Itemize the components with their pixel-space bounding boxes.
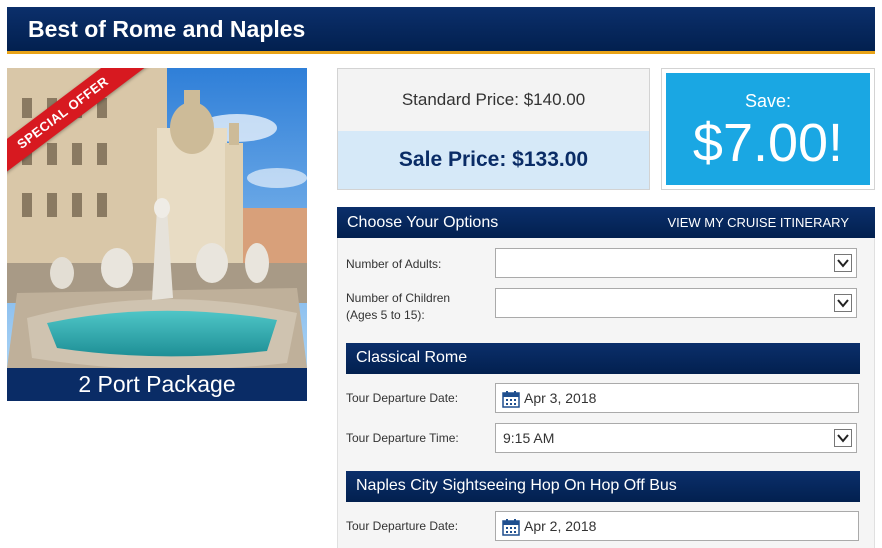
- sale-price: Sale Price: $133.00: [338, 131, 649, 189]
- adults-select[interactable]: [495, 248, 857, 278]
- chevron-down-icon: [834, 429, 852, 447]
- price-box: Standard Price: $140.00 Sale Price: $133…: [337, 68, 650, 190]
- tour-date-value: Apr 3, 2018: [524, 390, 597, 406]
- calendar-icon[interactable]: [502, 390, 520, 411]
- tour-title: Naples City Sightseeing Hop On Hop Off B…: [356, 477, 677, 494]
- tour-time-label: Tour Departure Time:: [346, 431, 459, 445]
- calendar-icon[interactable]: [502, 518, 520, 539]
- savings-panel: Save: $7.00!: [666, 73, 870, 185]
- options-title: Choose Your Options: [347, 214, 499, 231]
- tour-section-header: Classical Rome: [346, 343, 860, 374]
- tour-date-label: Tour Departure Date:: [346, 519, 459, 533]
- children-label-line2: (Ages 5 to 15):: [346, 308, 425, 322]
- savings-box: Save: $7.00!: [661, 68, 875, 190]
- children-label: Number of Children (Ages 5 to 15):: [346, 290, 450, 324]
- save-amount: $7.00!: [692, 113, 844, 173]
- save-label: Save:: [744, 91, 792, 111]
- page-header: Best of Rome and Naples: [7, 7, 875, 54]
- tour-date-label: Tour Departure Date:: [346, 391, 459, 405]
- tour-time-value: 9:15 AM: [503, 430, 555, 446]
- tour-title: Classical Rome: [356, 349, 468, 366]
- children-label-line1: Number of Children: [346, 291, 451, 305]
- tour-date-field[interactable]: Apr 3, 2018: [495, 383, 859, 413]
- tour-section-header: Naples City Sightseeing Hop On Hop Off B…: [346, 471, 860, 502]
- package-caption: 2 Port Package: [7, 368, 307, 401]
- tour-time-select[interactable]: 9:15 AM: [495, 423, 857, 453]
- standard-price: Standard Price: $140.00: [338, 69, 649, 131]
- page-title: Best of Rome and Naples: [28, 16, 306, 42]
- view-itinerary-link[interactable]: VIEW MY CRUISE ITINERARY: [667, 215, 849, 230]
- chevron-down-icon: [834, 254, 852, 272]
- adults-label: Number of Adults:: [346, 257, 442, 271]
- tour-date-field[interactable]: Apr 2, 2018: [495, 511, 859, 541]
- product-image: SPECIAL OFFER: [7, 68, 307, 368]
- chevron-down-icon: [834, 294, 852, 312]
- tour-date-value: Apr 2, 2018: [524, 518, 597, 534]
- options-header: Choose Your Options VIEW MY CRUISE ITINE…: [337, 207, 875, 238]
- children-select[interactable]: [495, 288, 857, 318]
